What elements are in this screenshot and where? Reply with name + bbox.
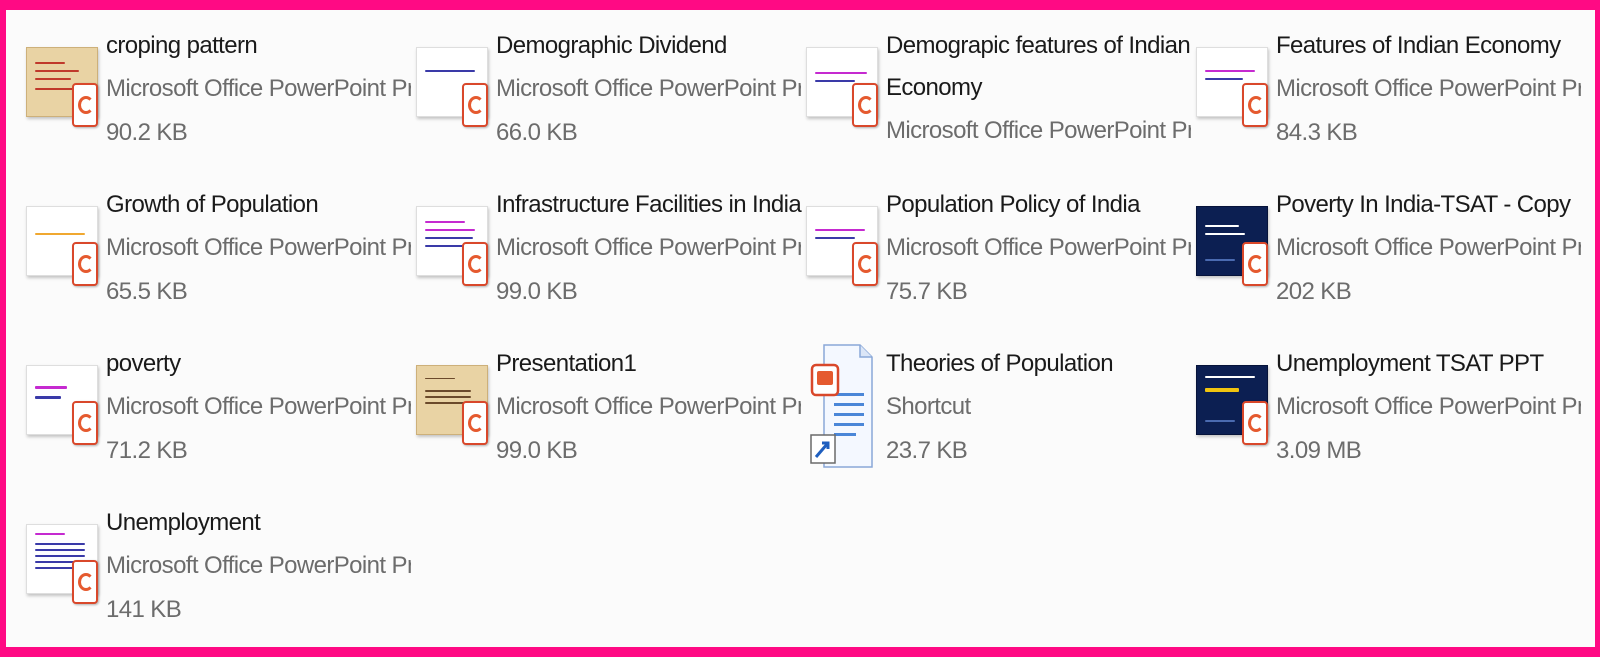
file-type: Microsoft Office PowerPoint Pres...	[106, 234, 411, 261]
powerpoint-icon	[72, 401, 98, 445]
powerpoint-icon	[1242, 242, 1268, 286]
file-item[interactable]: Unemployment Microsoft Office PowerPoint…	[26, 502, 416, 647]
file-grid: croping pattern Microsoft Office PowerPo…	[26, 25, 1586, 647]
file-item[interactable]: Population Policy of India Microsoft Off…	[806, 184, 1196, 343]
powerpoint-icon	[1242, 83, 1268, 127]
file-item[interactable]: Theories of Population Shortcut 23.7 KB	[806, 343, 1196, 502]
file-size: 23.7 KB	[886, 437, 968, 464]
file-name: Unemployment	[106, 509, 261, 536]
file-size: 66.0 KB	[496, 119, 578, 146]
file-type: Microsoft Office PowerPoint Pres...	[1276, 234, 1581, 261]
file-name: Demographic Dividend	[496, 32, 727, 59]
file-item[interactable]: Demograpic features of Indian Economy Mi…	[806, 25, 1196, 184]
file-type: Microsoft Office PowerPoint Pres...	[106, 75, 411, 102]
file-item[interactable]: Demographic Dividend Microsoft Office Po…	[416, 25, 806, 184]
file-name: croping pattern	[106, 32, 258, 59]
file-item[interactable]: Growth of Population Microsoft Office Po…	[26, 184, 416, 343]
powerpoint-icon	[852, 83, 878, 127]
powerpoint-icon	[852, 242, 878, 286]
file-size: 99.0 KB	[496, 437, 578, 464]
file-name: Unemployment TSAT PPT	[1276, 350, 1544, 377]
file-type: Microsoft Office PowerPoint Pres...	[496, 393, 801, 420]
powerpoint-icon	[462, 83, 488, 127]
file-type: Shortcut	[886, 393, 971, 420]
powerpoint-icon	[72, 83, 98, 127]
file-item[interactable]: Poverty In India-TSAT - Copy Microsoft O…	[1196, 184, 1586, 343]
file-size: 65.5 KB	[106, 278, 188, 305]
file-type: Microsoft Office PowerPoint Pres...	[106, 552, 411, 579]
file-size: 202 KB	[1276, 278, 1352, 305]
file-type: Microsoft Office PowerPoint Pres...	[1276, 75, 1581, 102]
powerpoint-icon	[462, 401, 488, 445]
file-item[interactable]: Infrastructure Facilities in India Micro…	[416, 184, 806, 343]
file-size: 141 KB	[106, 596, 182, 623]
file-name: Demograpic features of Indian Economy	[886, 32, 1191, 101]
file-name: Presentation1	[496, 350, 637, 377]
powerpoint-icon	[72, 242, 98, 286]
file-name: Poverty In India-TSAT - Copy	[1276, 191, 1571, 218]
file-type: Microsoft Office PowerPoint Pres...	[886, 117, 1191, 144]
powerpoint-icon	[72, 560, 98, 604]
file-name: Population Policy of India	[886, 191, 1141, 218]
file-size: 75.7 KB	[886, 278, 968, 305]
file-name: Growth of Population	[106, 191, 319, 218]
powerpoint-icon	[462, 242, 488, 286]
file-type: Microsoft Office PowerPoint Pres...	[106, 393, 411, 420]
file-size: 71.2 KB	[106, 437, 188, 464]
file-size: 90.2 KB	[106, 119, 188, 146]
file-list-view: croping pattern Microsoft Office PowerPo…	[6, 10, 1595, 647]
powerpoint-icon	[1242, 401, 1268, 445]
file-name: Features of Indian Economy	[1276, 32, 1561, 59]
file-item[interactable]: Unemployment TSAT PPT Microsoft Office P…	[1196, 343, 1586, 502]
file-name: Infrastructure Facilities in India	[496, 191, 802, 218]
file-size: 99.0 KB	[496, 278, 578, 305]
file-type: Microsoft Office PowerPoint Pres...	[1276, 393, 1581, 420]
powerpoint-shortcut-icon	[810, 344, 873, 468]
file-type: Microsoft Office PowerPoint Pres...	[496, 234, 801, 261]
file-type: Microsoft Office PowerPoint Pres...	[496, 75, 801, 102]
file-size: 3.09 MB	[1276, 437, 1362, 464]
file-type: Microsoft Office PowerPoint Pres...	[886, 234, 1191, 261]
file-name: Theories of Population	[886, 350, 1114, 377]
file-item[interactable]: croping pattern Microsoft Office PowerPo…	[26, 25, 416, 184]
file-item[interactable]: poverty Microsoft Office PowerPoint Pres…	[26, 343, 416, 502]
file-size: 84.3 KB	[1276, 119, 1358, 146]
file-name: poverty	[106, 350, 181, 377]
file-item[interactable]: Features of Indian Economy Microsoft Off…	[1196, 25, 1586, 184]
file-item[interactable]: Presentation1 Microsoft Office PowerPoin…	[416, 343, 806, 502]
